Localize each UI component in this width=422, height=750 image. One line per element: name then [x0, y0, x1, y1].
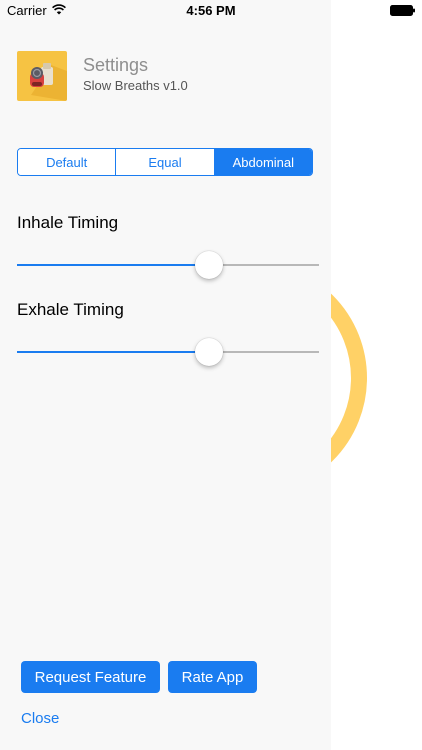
settings-drawer: Settings Slow Breaths v1.0 Default Equal…	[0, 0, 331, 750]
app-icon	[17, 51, 67, 101]
slider-thumb[interactable]	[195, 338, 224, 366]
slider-track-empty	[209, 351, 319, 353]
clock-label: 4:56 PM	[186, 3, 236, 18]
segment-default[interactable]: Default	[18, 149, 117, 175]
exhale-timing-label: Exhale Timing	[17, 300, 124, 319]
slider-thumb[interactable]	[195, 251, 224, 279]
segment-abdominal[interactable]: Abdominal	[214, 149, 312, 175]
slider-track-filled	[17, 351, 210, 353]
inhale-timing-label: Inhale Timing	[17, 213, 119, 232]
status-bar: Carrier 4:56 PM	[0, 0, 422, 22]
close-button[interactable]: Close	[21, 710, 59, 727]
breathing-mode-segmented-control: Default Equal Abdominal	[17, 148, 313, 176]
app-version-label: Slow Breaths v1.0	[83, 78, 188, 93]
inhale-timing-slider[interactable]	[17, 250, 319, 280]
rate-app-button[interactable]: Rate App	[168, 661, 257, 693]
slider-track-empty	[209, 264, 319, 266]
battery-icon	[390, 5, 415, 16]
request-feature-button[interactable]: Request Feature	[21, 661, 160, 693]
segment-equal[interactable]: Equal	[116, 149, 215, 175]
page-title: Settings	[83, 55, 149, 75]
exhale-timing-slider[interactable]	[17, 337, 319, 367]
slider-track-filled	[17, 264, 210, 266]
